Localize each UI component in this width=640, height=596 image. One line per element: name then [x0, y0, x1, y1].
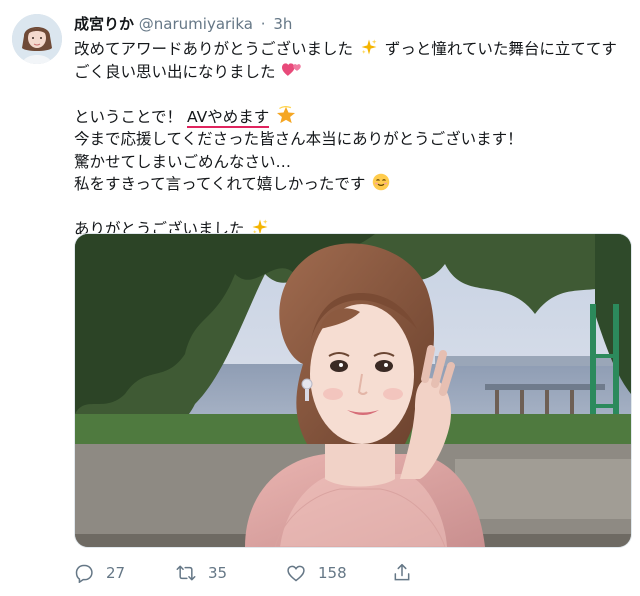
- tweet-text-line: ずっと憧れていた舞台に立ててす: [384, 40, 617, 58]
- tweet-card: 成宮りか @narumiyarika · 3h 改めてアワードありがとうございま…: [0, 0, 640, 596]
- tweet-text-line: 今まで応援してくださった皆さん本当にありがとうございます！: [74, 130, 523, 148]
- tweet-line: ごく良い思い出になりました: [74, 61, 630, 84]
- star-icon: [276, 105, 296, 129]
- tweet-line: 改めてアワードありがとうございました ずっと憧れていた舞台に立ててす: [74, 38, 630, 61]
- photo-image: [75, 234, 631, 547]
- share-button[interactable]: [392, 561, 424, 585]
- retweet-count: 35: [208, 564, 228, 582]
- separator-dot: ·: [260, 15, 266, 33]
- tweet-text-line: 私をすきって言ってくれて嬉しかったです: [74, 175, 366, 193]
- tweet-line: 私をすきって言ってくれて嬉しかったです: [74, 173, 630, 196]
- reply-button[interactable]: 27: [74, 561, 125, 585]
- tweet-text: 改めてアワードありがとうございました ずっと憧れていた舞台に立ててす ごく良い思…: [74, 38, 630, 241]
- reply-count: 27: [106, 564, 126, 582]
- like-button[interactable]: 158: [286, 561, 347, 585]
- action-bar: 27 35 158: [74, 561, 630, 585]
- two-hearts-icon: [282, 61, 302, 84]
- sparkles-icon: [360, 38, 378, 61]
- tweet-text-line: 改めてアワードありがとうございました: [74, 40, 354, 58]
- tweet-line: ということで！ AVやめます: [74, 105, 630, 129]
- handle[interactable]: @narumiyarika: [139, 15, 253, 33]
- tweet-line: 今まで応援してくださった皆さん本当にありがとうございます！: [74, 128, 630, 151]
- timestamp[interactable]: 3h: [273, 15, 292, 33]
- tweet-header: 成宮りか @narumiyarika · 3h: [74, 14, 292, 34]
- like-count: 158: [318, 564, 347, 582]
- smiling-face-icon: [372, 173, 390, 196]
- tweet-line: 驚かせてしまいごめんなさい…: [74, 151, 630, 174]
- avatar[interactable]: [12, 14, 62, 64]
- underlined-text: AVやめます: [186, 107, 270, 128]
- retweet-button[interactable]: 35: [176, 561, 227, 585]
- retweet-icon: [176, 565, 196, 581]
- tweet-text-line: ごく良い思い出になりました: [74, 62, 276, 81]
- share-icon: [394, 563, 410, 581]
- tweet-text-line: 驚かせてしまいごめんなさい…: [74, 152, 292, 171]
- heart-icon: [287, 565, 305, 582]
- tweet-text-line: ということで！: [74, 107, 183, 126]
- reply-icon: [75, 564, 93, 583]
- tweet-photo[interactable]: [74, 233, 632, 548]
- display-name[interactable]: 成宮りか: [74, 15, 134, 33]
- avatar-icon: [12, 14, 62, 64]
